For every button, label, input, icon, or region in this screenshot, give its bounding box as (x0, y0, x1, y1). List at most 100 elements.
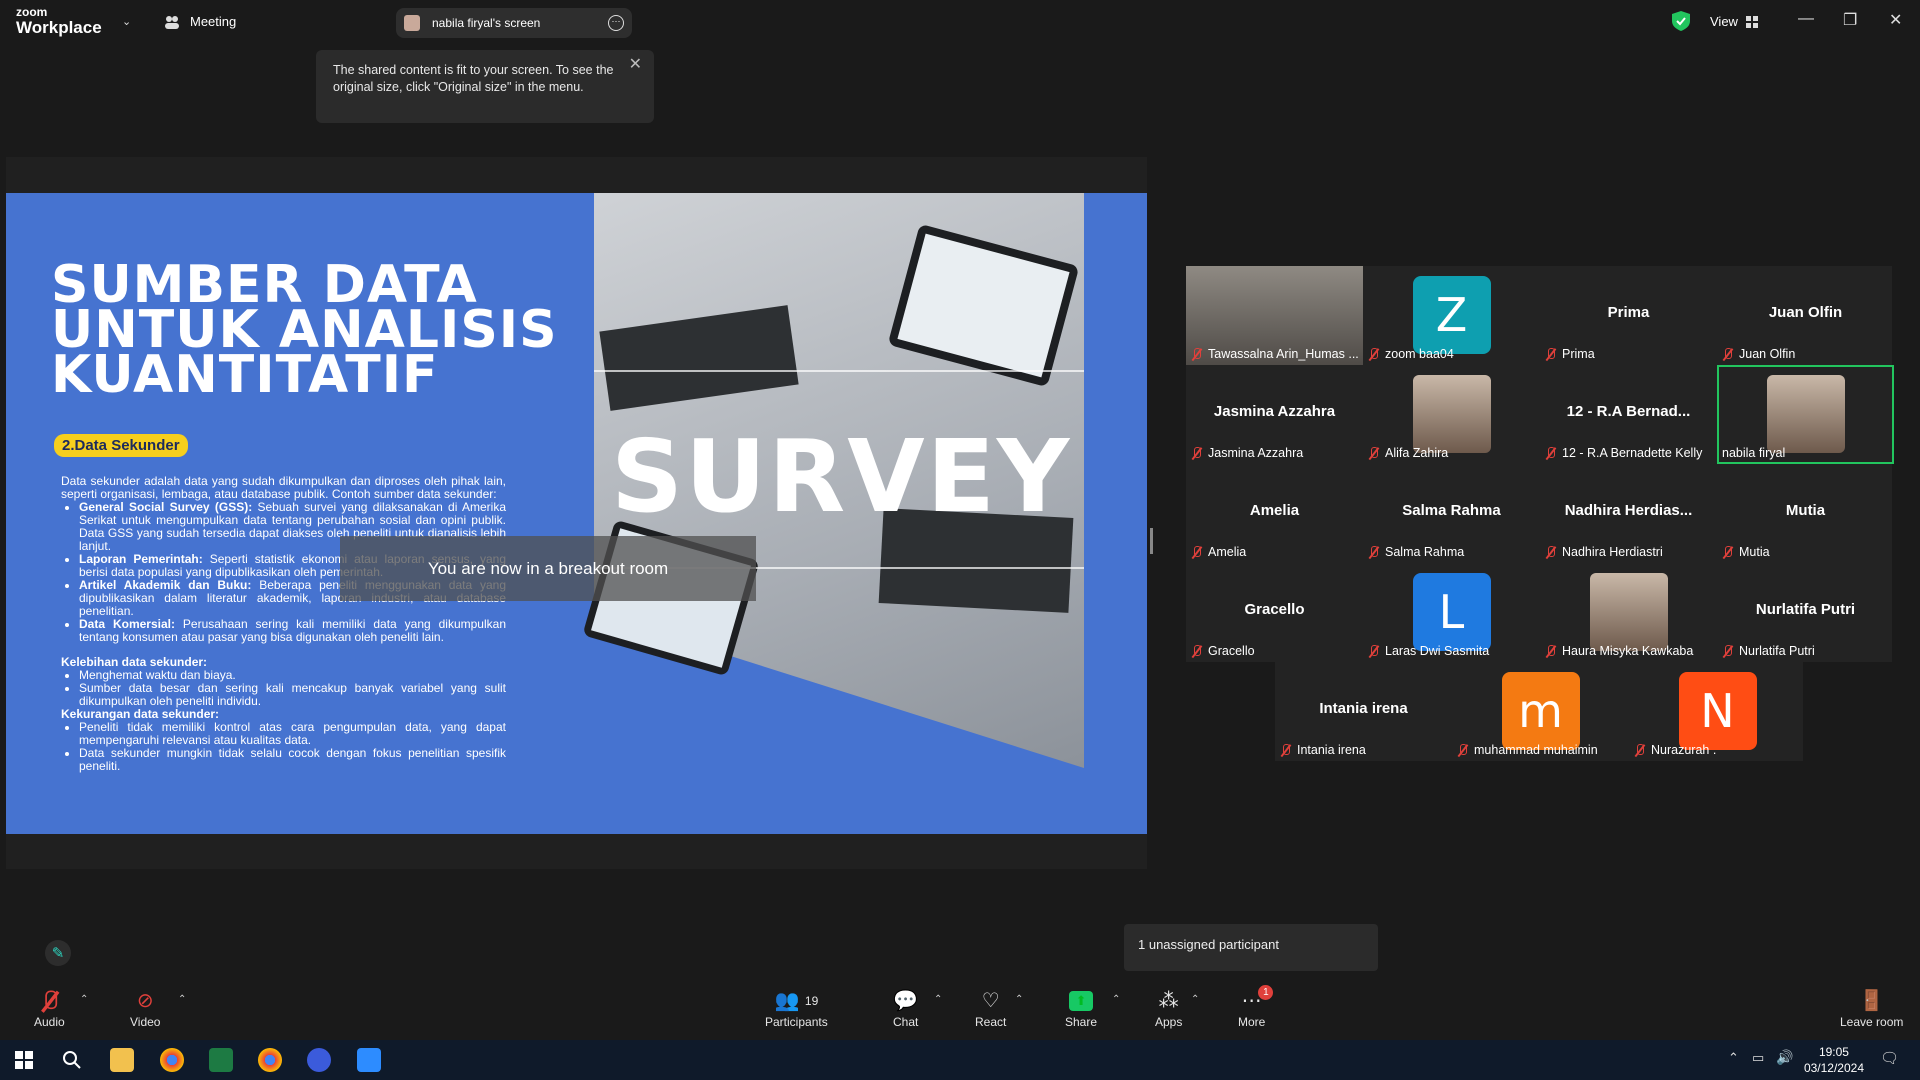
participant-tile[interactable]: Gracello Gracello (1186, 563, 1363, 662)
mic-muted-icon (1191, 644, 1202, 658)
participant-tile[interactable]: Prima Prima (1540, 266, 1717, 365)
react-button[interactable]: ♡ React (975, 987, 1006, 1029)
volume-icon[interactable]: 🔊 (1776, 1049, 1793, 1066)
chat-label: Chat (893, 1015, 919, 1029)
chevron-up-icon[interactable]: ⌃ (1015, 994, 1023, 1005)
participant-name: 12 - R.A Bernad... (1566, 403, 1691, 420)
search-icon[interactable] (60, 1048, 84, 1072)
chrome-icon[interactable] (258, 1048, 282, 1072)
participant-tile[interactable]: N Nurazurah . (1629, 662, 1806, 761)
chevron-up-icon[interactable]: ⌃ (1191, 994, 1199, 1005)
system-clock[interactable]: 19:05 03/12/2024 (1804, 1044, 1864, 1076)
mic-muted-icon (1545, 545, 1556, 559)
participant-tile[interactable]: L Laras Dwi Sasmita (1363, 563, 1540, 662)
windows-start-icon[interactable] (12, 1048, 36, 1072)
participant-tile[interactable]: m muhammad muhaimin (1452, 662, 1629, 761)
close-icon[interactable]: ✕ (629, 56, 642, 73)
participant-label: Prima (1545, 347, 1595, 361)
participant-avatar: N (1678, 672, 1757, 750)
apps-button[interactable]: ⁂ Apps (1155, 987, 1182, 1029)
participant-label-text: Intania irena (1297, 743, 1366, 757)
bullet-bold: General Social Survey (GSS): (79, 500, 253, 514)
participant-tile[interactable]: Nadhira Herdias... Nadhira Herdiastri (1540, 464, 1717, 563)
participant-label: Juan Olfin (1722, 347, 1795, 361)
share-button[interactable]: ⬆ Share (1065, 987, 1097, 1029)
participant-tile[interactable]: Alifa Zahira (1363, 365, 1540, 464)
network-icon[interactable]: ▭ (1752, 1050, 1764, 1066)
participant-label-text: Nurazurah . (1651, 743, 1717, 757)
participants-button[interactable]: 👥 19 Participants (765, 987, 828, 1029)
shield-icon[interactable] (1672, 11, 1690, 31)
restore-icon[interactable]: ❐ (1843, 10, 1857, 30)
participant-tile[interactable]: Mutia Mutia (1717, 464, 1894, 563)
meeting-label: Meeting (190, 14, 237, 29)
participant-tile[interactable]: Nurlatifa Putri Nurlatifa Putri (1717, 563, 1894, 662)
chevron-up-icon[interactable]: ⌃ (934, 994, 942, 1005)
participant-tile[interactable]: nabila firyal (1717, 365, 1894, 464)
participant-photo (1589, 573, 1668, 651)
close-icon[interactable]: ✕ (1889, 10, 1902, 30)
video-off-icon: ⊘ (136, 990, 154, 1012)
chat-button[interactable]: 💬 Chat (893, 987, 918, 1029)
chevron-up-icon[interactable]: ⌃ (1112, 994, 1120, 1005)
participant-name: Juan Olfin (1768, 304, 1843, 321)
participant-label-text: Mutia (1739, 545, 1770, 559)
chat-icon: 💬 (893, 990, 919, 1012)
screen-share-pill[interactable]: nabila firyal's screen ··· (396, 8, 632, 38)
excel-icon[interactable] (209, 1048, 233, 1072)
participant-label: Mutia (1722, 545, 1770, 559)
participant-tile[interactable]: Amelia Amelia (1186, 464, 1363, 563)
bullet-bold: Data Komersial: (79, 617, 175, 631)
chevron-up-icon[interactable]: ⌃ (178, 994, 186, 1005)
slide-intro: Data sekunder adalah data yang sudah dik… (61, 474, 506, 501)
mic-muted-icon (1545, 347, 1556, 361)
participant-tile[interactable]: Tawassalna Arin_Humas ... (1186, 266, 1363, 365)
participant-label-text: Alifa Zahira (1385, 446, 1449, 460)
participant-tile[interactable]: Juan Olfin Juan Olfin (1717, 266, 1894, 365)
list-item: Data Komersial: Perusahaan sering kali m… (79, 618, 506, 644)
more-icon: ⋯ 1 (1238, 985, 1274, 1015)
apps-label: Apps (1155, 1015, 1183, 1029)
more-options-icon[interactable]: ··· (608, 15, 624, 31)
participant-photo (1412, 375, 1491, 453)
participant-label-text: nabila firyal (1722, 446, 1786, 460)
participant-tile[interactable]: Haura Misyka Kawkaba (1540, 563, 1717, 662)
chevron-up-icon[interactable]: ⌃ (1728, 1050, 1739, 1066)
participant-tile[interactable]: 12 - R.A Bernad... 12 - R.A Bernadette Ke… (1540, 365, 1717, 464)
chrome-icon[interactable] (160, 1048, 184, 1072)
participant-name: Nadhira Herdias... (1564, 502, 1693, 519)
view-button[interactable]: View (1710, 14, 1758, 29)
participant-name: Salma Rahma (1402, 502, 1501, 519)
file-explorer-icon[interactable] (110, 1048, 134, 1072)
participant-tile[interactable]: Salma Rahma Salma Rahma (1363, 464, 1540, 563)
unassigned-participants-notice[interactable]: 1 unassigned participant (1124, 924, 1378, 971)
participant-label: Nadhira Herdiastri (1545, 545, 1663, 559)
annotate-pencil-icon[interactable]: ✎ (45, 940, 71, 966)
video-button[interactable]: ⊘ Video (130, 987, 160, 1029)
more-button[interactable]: ⋯ 1 More (1238, 985, 1274, 1029)
mic-muted-icon (1280, 743, 1291, 757)
participant-tile[interactable]: Intania irena Intania irena (1275, 662, 1452, 761)
app-icon[interactable] (307, 1048, 331, 1072)
splitter-handle[interactable] (1150, 528, 1153, 554)
leave-room-button[interactable]: 🚪 Leave room (1840, 987, 1903, 1029)
mic-muted-icon (1368, 446, 1379, 460)
chevron-up-icon[interactable]: ⌃ (80, 994, 88, 1005)
participant-label: Jasmina Azzahra (1191, 446, 1303, 460)
notification-icon[interactable]: 🗨 (1880, 1049, 1899, 1067)
meeting-menu[interactable]: Meeting (164, 14, 236, 29)
minimize-icon[interactable]: — (1798, 10, 1814, 28)
view-label: View (1710, 14, 1738, 29)
participant-label: Haura Misyka Kawkaba (1545, 644, 1693, 658)
participant-tile[interactable]: Zzoom baa04 (1363, 266, 1540, 365)
mic-muted-icon (1545, 644, 1556, 658)
participant-label-text: Haura Misyka Kawkaba (1562, 644, 1694, 658)
audio-button[interactable]: Audio (34, 987, 65, 1029)
chevron-down-icon[interactable]: ⌄ (122, 15, 131, 28)
mic-muted-icon (34, 987, 65, 1015)
mic-muted-icon (1722, 545, 1733, 559)
mic-muted-icon (1545, 446, 1556, 460)
zoom-icon[interactable] (357, 1048, 381, 1072)
mic-muted-icon (1368, 644, 1379, 658)
participant-tile[interactable]: Jasmina Azzahra Jasmina Azzahra (1186, 365, 1363, 464)
